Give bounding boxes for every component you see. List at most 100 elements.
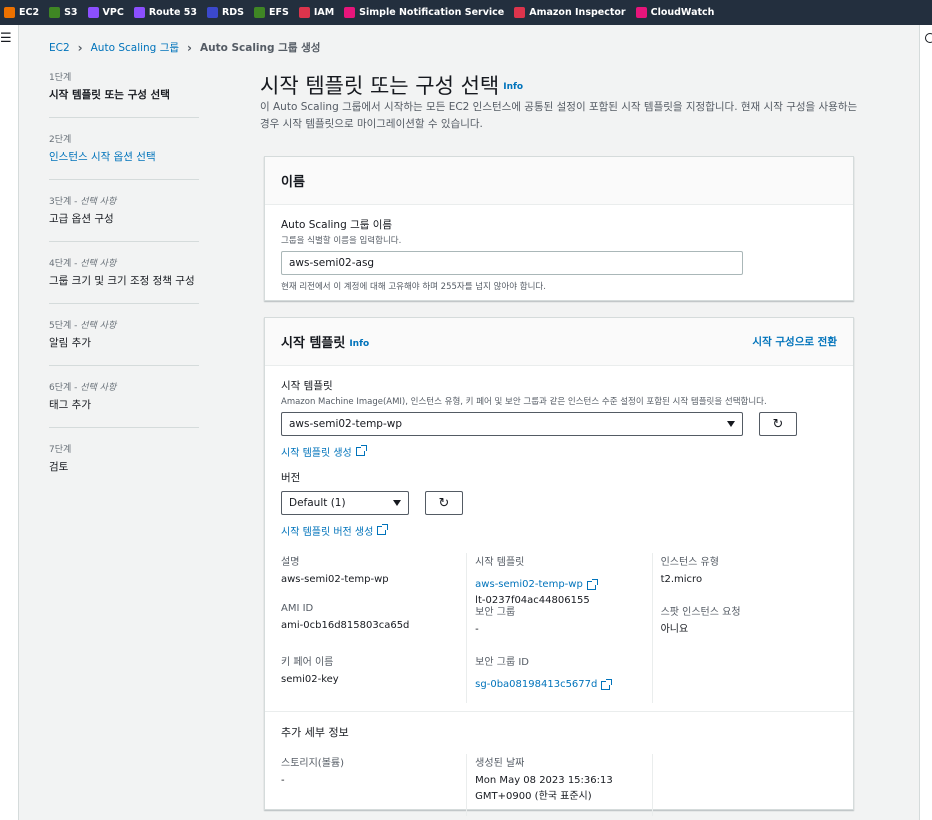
page-title: 시작 템플릿 또는 구성 선택 Info xyxy=(260,70,523,100)
create-launch-template-link[interactable]: 시작 템플릿 생성 xyxy=(281,444,367,459)
chevron-right-icon: › xyxy=(77,40,83,55)
service-label: Route 53 xyxy=(148,7,197,18)
launch-template-info-link[interactable]: Info xyxy=(349,339,369,349)
launch-template-detail-link[interactable]: aws-semi02-temp-wp xyxy=(475,577,598,593)
wizard-step: 6단계 - 선택 사항 태그 추가 xyxy=(49,380,199,428)
service-shortcut[interactable]: Amazon Inspector xyxy=(514,7,626,18)
launch-template-panel-header: 시작 템플릿 Info 시작 구성으로 전환 xyxy=(265,318,853,366)
service-shortcut[interactable]: Route 53 xyxy=(133,7,197,18)
external-link-icon xyxy=(601,678,613,690)
step-number-text: 4단계 - xyxy=(49,259,81,269)
step-number: 3단계 - 선택 사항 xyxy=(49,194,199,207)
chevron-right-icon: › xyxy=(187,40,192,55)
service-shortcut[interactable]: S3 xyxy=(49,7,78,18)
step-number-text: 5단계 - xyxy=(49,321,81,331)
create-template-version-text: 시작 템플릿 버전 생성 xyxy=(281,527,374,538)
route53-icon xyxy=(133,7,145,18)
step-optional: 선택 사항 xyxy=(80,197,117,207)
service-shortcut[interactable]: VPC xyxy=(87,7,124,18)
breadcrumb-current: Auto Scaling 그룹 생성 xyxy=(199,42,321,54)
step-number: 2단계 xyxy=(49,132,199,145)
wizard-step[interactable]: 2단계인스턴스 시작 옵션 선택 xyxy=(49,132,199,180)
create-launch-template-text: 시작 템플릿 생성 xyxy=(281,448,352,459)
info-link[interactable]: Info xyxy=(503,82,523,92)
launch-template-label: 시작 템플릿 xyxy=(281,380,333,392)
empty-col xyxy=(651,754,837,816)
step-title: 시작 템플릿 또는 구성 선택 xyxy=(49,89,170,101)
external-link-icon xyxy=(355,445,367,456)
asg-name-input[interactable] xyxy=(281,251,743,275)
service-label: EC2 xyxy=(19,7,40,18)
created-value-2: GMT+0900 (한국 표준시) xyxy=(475,791,592,802)
detail-label: AMI ID xyxy=(281,603,314,614)
info-panel-icon[interactable] xyxy=(925,33,932,43)
detail-value: t2.micro xyxy=(660,574,703,585)
step-number: 1단계 xyxy=(49,70,199,83)
asg-name-hint: 그룹을 식별할 이름을 입력합니다. xyxy=(281,236,402,246)
breadcrumb-ec2[interactable]: EC2 xyxy=(49,42,70,54)
iam-icon xyxy=(298,7,310,18)
service-shortcut[interactable]: CloudWatch xyxy=(635,7,715,18)
services-bar: EC2 S3 VPC Route 53 RDS EFS IAM Simple Notifica… xyxy=(0,0,932,25)
asg-name-label: Auto Scaling 그룹 이름 xyxy=(281,219,393,231)
create-template-version-link[interactable]: 시작 템플릿 버전 생성 xyxy=(281,523,389,538)
version-select[interactable]: Default (1) xyxy=(281,491,409,515)
asg-name-help: 현재 리전에서 이 계정에 대해 고유해야 하며 255자를 넘지 않아야 합니… xyxy=(281,282,546,292)
refresh-templates-button[interactable]: ↻ xyxy=(759,412,797,436)
launch-template-select[interactable]: aws-semi02-temp-wp xyxy=(281,412,743,436)
menu-icon[interactable]: ☰ xyxy=(0,32,12,45)
right-panel-gutter xyxy=(919,25,932,820)
created-col: 생성된 날짜 Mon May 08 2023 15:36:13 GMT+0900… xyxy=(466,754,651,816)
step-title: 그룹 크기 및 크기 조정 정책 구성 xyxy=(49,275,195,287)
created-value-1: Mon May 08 2023 15:36:13 xyxy=(475,775,613,786)
security-group-id-link[interactable]: sg-0ba08198413c5677d xyxy=(475,677,613,693)
detail-value: semi02-key xyxy=(281,674,339,685)
external-link-icon xyxy=(377,524,389,535)
name-panel-title: 이름 xyxy=(281,175,305,190)
launch-template-panel-title: 시작 템플릿 Info xyxy=(281,332,369,351)
breadcrumb-auto-scaling-groups[interactable]: Auto Scaling 그룹 xyxy=(91,40,179,55)
service-shortcut[interactable]: IAM xyxy=(298,7,334,18)
wizard-step: 7단계 검토 xyxy=(49,442,199,489)
service-label: CloudWatch xyxy=(650,7,715,18)
service-shortcut[interactable]: RDS xyxy=(206,7,244,18)
wizard-step: 3단계 - 선택 사항고급 옵션 구성 xyxy=(49,194,199,242)
ec2-icon xyxy=(4,7,15,18)
wizard-step: 5단계 - 선택 사항 알림 추가 xyxy=(49,318,199,366)
refresh-icon: ↻ xyxy=(772,416,784,432)
caret-down-icon xyxy=(393,500,401,506)
service-shortcut[interactable]: Simple Notification Service xyxy=(344,7,504,18)
additional-details-title: 추가 세부 정보 xyxy=(281,726,349,739)
details-col-2: 시작 템플릿 aws-semi02-temp-wp lt-0237f04ac4480… xyxy=(466,553,651,703)
refresh-versions-button[interactable]: ↻ xyxy=(425,491,463,515)
service-shortcut[interactable]: EC2 xyxy=(4,7,39,18)
service-label: S3 xyxy=(64,7,78,18)
detail-label: 키 페어 이름 xyxy=(281,657,334,668)
rds-icon xyxy=(206,7,218,18)
detail-label: 스팟 인스턴스 요청 xyxy=(660,607,741,618)
detail-value: aws-semi02-temp-wp xyxy=(281,574,389,585)
step-optional: 선택 사항 xyxy=(80,321,117,331)
storage-col: 스토리지(볼륨) - xyxy=(281,754,466,816)
wizard-step: 1단계시작 템플릿 또는 구성 선택 xyxy=(49,70,199,118)
service-label: EFS xyxy=(269,7,289,18)
template-details: 설명 aws-semi02-temp-wp AMI ID ami-0cb16d815… xyxy=(281,553,837,703)
storage-label: 스토리지(볼륨) xyxy=(281,758,345,769)
external-link-icon xyxy=(586,578,598,590)
page-description: 이 Auto Scaling 그룹에서 시작하는 모든 EC2 인스턴스에 공통… xyxy=(260,101,858,130)
step-title: 고급 옵션 구성 xyxy=(49,213,114,225)
service-label: VPC xyxy=(102,7,124,18)
step-number-text: 2단계 xyxy=(49,135,72,145)
service-label: Simple Notification Service xyxy=(359,7,505,18)
created-label: 생성된 날짜 xyxy=(475,758,525,769)
detail-value: ami-0cb16d815803ca65d xyxy=(281,620,410,631)
cloudwatch-icon xyxy=(635,7,647,18)
step-title[interactable]: 인스턴스 시작 옵션 선택 xyxy=(49,149,199,165)
service-shortcut[interactable]: EFS xyxy=(254,7,289,18)
version-selected: Default (1) xyxy=(289,497,346,509)
step-number: 4단계 - 선택 사항 xyxy=(49,256,199,269)
detail-label: 설명 xyxy=(281,557,300,568)
launch-template-panel: 시작 템플릿 Info 시작 구성으로 전환 시작 템플릿 Amazon Mach… xyxy=(264,317,854,816)
detail-label: 보안 그룹 ID xyxy=(475,657,529,668)
switch-to-launch-config-link[interactable]: 시작 구성으로 전환 xyxy=(752,334,837,349)
